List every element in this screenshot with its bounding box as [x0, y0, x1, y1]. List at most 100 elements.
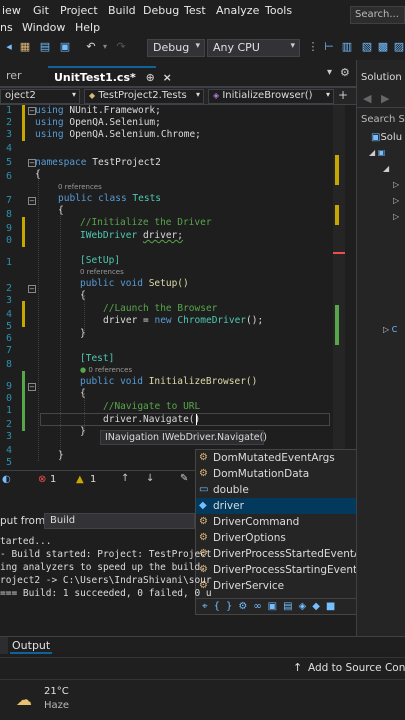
menu-window[interactable]: Window	[22, 21, 65, 34]
warning-icon[interactable]: ▲	[76, 474, 84, 485]
completion-item[interactable]: ▭ double	[196, 482, 356, 498]
output-line: ing analyzers to speed up the build.	[0, 562, 206, 573]
completion-item[interactable]: ⚙ DriverService	[196, 578, 356, 594]
arrow-up-icon[interactable]: ↑	[121, 473, 129, 484]
back-icon[interactable]: ◂	[2, 40, 16, 54]
error-count[interactable]: 1	[50, 474, 56, 485]
undo-icon[interactable]: ↶	[84, 40, 98, 54]
redo-icon[interactable]: ↷	[114, 40, 128, 54]
code-line: {	[80, 388, 86, 399]
class-icon: ⚙	[199, 516, 208, 527]
codelens-references[interactable]: 0 references	[58, 183, 102, 191]
completion-item[interactable]: ⚙ DriverOptions	[196, 530, 356, 546]
completion-item[interactable]: ⚙ DomMutatedEventArgs	[196, 450, 356, 466]
signature-tooltip: INavigation IWebDriver.Navigate()	[100, 430, 267, 445]
add-to-source-control[interactable]: Add to Source Contro	[308, 662, 405, 674]
codelens-references[interactable]: 0 references	[80, 268, 124, 276]
fold-toggle-icon[interactable]: −	[28, 197, 36, 205]
split-editor-icon[interactable]: +	[338, 88, 348, 102]
menu-view[interactable]: iew	[2, 4, 21, 17]
weather-temperature[interactable]: 21°C	[44, 686, 69, 697]
indent-guide	[38, 171, 39, 461]
brush-icon[interactable]: ✎	[180, 473, 188, 484]
menu-project[interactable]: Project	[60, 4, 98, 17]
menu-tools[interactable]: Tools	[265, 4, 292, 17]
completion-item[interactable]: ⚙ DriverCommand	[196, 514, 356, 530]
tab-label: UnitTest1.cs*	[54, 71, 136, 84]
source-control-up-icon[interactable]: ↑	[293, 661, 302, 674]
struct-icon: ▭	[199, 484, 209, 495]
open-folder-icon[interactable]: ▤	[38, 40, 52, 54]
menu-analyze[interactable]: Analyze	[216, 4, 259, 17]
error-icon[interactable]: ⊗	[38, 474, 46, 485]
tab-overflow-icon[interactable]: ▾	[327, 67, 332, 78]
editor-scrollbar[interactable]	[333, 105, 345, 470]
arrow-down-icon[interactable]: ↓	[146, 473, 154, 484]
properties-icon[interactable]: ▩	[376, 40, 390, 54]
panel-icon[interactable]: ▥	[340, 40, 354, 54]
settings-gear-icon[interactable]: ⚙	[340, 66, 350, 79]
code-line: using NUnit.Framework;	[35, 105, 161, 116]
search-input[interactable]: Search...	[350, 6, 405, 24]
back-icon[interactable]: ◀	[363, 92, 371, 105]
undo-dropdown-icon[interactable]: ▾	[98, 40, 112, 54]
save-icon[interactable]: ▣	[58, 40, 72, 54]
pin-icon[interactable]: ⊕	[146, 71, 155, 84]
project-dropdown[interactable]: oject2 ▾	[0, 89, 80, 104]
tree-item[interactable]: ▷	[393, 212, 399, 221]
output-source-value: Build	[50, 515, 76, 526]
codelens-references[interactable]: ● 0 references	[80, 366, 132, 374]
configuration-select[interactable]: Debug ▾	[147, 39, 205, 57]
tab-output[interactable]: Output	[10, 639, 53, 654]
fold-toggle-icon[interactable]: −	[28, 383, 36, 391]
tree-item[interactable]: ◢	[383, 164, 389, 173]
tab-unittest1[interactable]: UnitTest1.cs* ⊕ ×	[48, 66, 172, 86]
warning-count[interactable]: 1	[90, 474, 96, 485]
tree-item[interactable]: ▷ C	[383, 325, 397, 334]
weather-haze-icon[interactable]: ☁	[16, 690, 32, 709]
project-dropdown-value: oject2	[5, 90, 36, 101]
close-icon[interactable]: ×	[163, 71, 172, 84]
menu-extensions[interactable]: ns	[0, 21, 13, 34]
line-number: 0	[5, 235, 12, 246]
extra-icon[interactable]: ▨	[392, 40, 405, 54]
intellisense-completion-list[interactable]: ⚙ DomMutatedEventArgs ⚙ DomMutationData ▭ d…	[195, 449, 381, 615]
toolbar-options-icon[interactable]: ⋮	[306, 40, 320, 54]
menu-debug[interactable]: Debug	[143, 4, 179, 17]
menu-git[interactable]: Git	[33, 4, 49, 17]
menu-test[interactable]: Test	[184, 4, 206, 17]
tab-explorer-partial[interactable]: rer	[0, 66, 28, 86]
completion-item[interactable]: ⚙ DomMutationData	[196, 466, 356, 482]
tree-expand-icon[interactable]: ◢ ▣	[369, 148, 385, 157]
menu-help[interactable]: Help	[75, 21, 100, 34]
fold-toggle-icon[interactable]: −	[28, 285, 36, 293]
code-editor[interactable]: 1 2 3 4 5 6 7 8 9 0 1 2 3 4 5 6 7 8 9 0 …	[0, 105, 345, 470]
class-dropdown[interactable]: ◆ TestProject2.Tests ▾	[84, 89, 204, 104]
solution-search-input[interactable]: Search So	[361, 114, 405, 125]
line-number: 6	[5, 333, 12, 344]
health-icon[interactable]: ◐	[2, 474, 11, 485]
member-dropdown[interactable]: ◈ InitializeBrowser() ▾	[208, 89, 334, 104]
completion-item[interactable]: ⚙ DriverProcessStartingEventArgs	[196, 562, 381, 578]
code-line: using OpenQA.Selenium.Chrome;	[35, 129, 201, 140]
weather-condition[interactable]: Haze	[44, 700, 69, 711]
forward-icon[interactable]: ▶	[381, 92, 389, 105]
code-line: {	[58, 205, 64, 216]
attach-icon[interactable]: ⊢	[322, 40, 336, 54]
output-source-select[interactable]: Build	[44, 513, 195, 529]
platform-select[interactable]: Any CPU ▾	[207, 39, 300, 57]
layout-icon[interactable]: ▧	[360, 40, 374, 54]
new-item-icon[interactable]: ▦	[18, 40, 32, 54]
tab-partial[interactable]	[0, 637, 8, 654]
menu-build[interactable]: Build	[108, 4, 136, 17]
code-line-current: driver.Navigate()	[103, 414, 201, 425]
tree-item[interactable]: ▷	[393, 180, 399, 189]
completion-filter-icons[interactable]: ⌖{}⚙∞▣▤◈◆■	[196, 598, 356, 614]
solution-explorer-title[interactable]: Solution E	[361, 72, 405, 83]
completion-item-selected[interactable]: ◆ driver	[196, 498, 356, 514]
chevron-down-icon: ▾	[325, 90, 330, 99]
completion-item[interactable]: ⚙ DriverProcessStartedEventArgs	[196, 546, 377, 562]
change-marker	[22, 301, 25, 327]
tree-item-solution[interactable]: ▣Solu	[371, 132, 402, 143]
tree-item[interactable]: ▷	[393, 196, 399, 205]
